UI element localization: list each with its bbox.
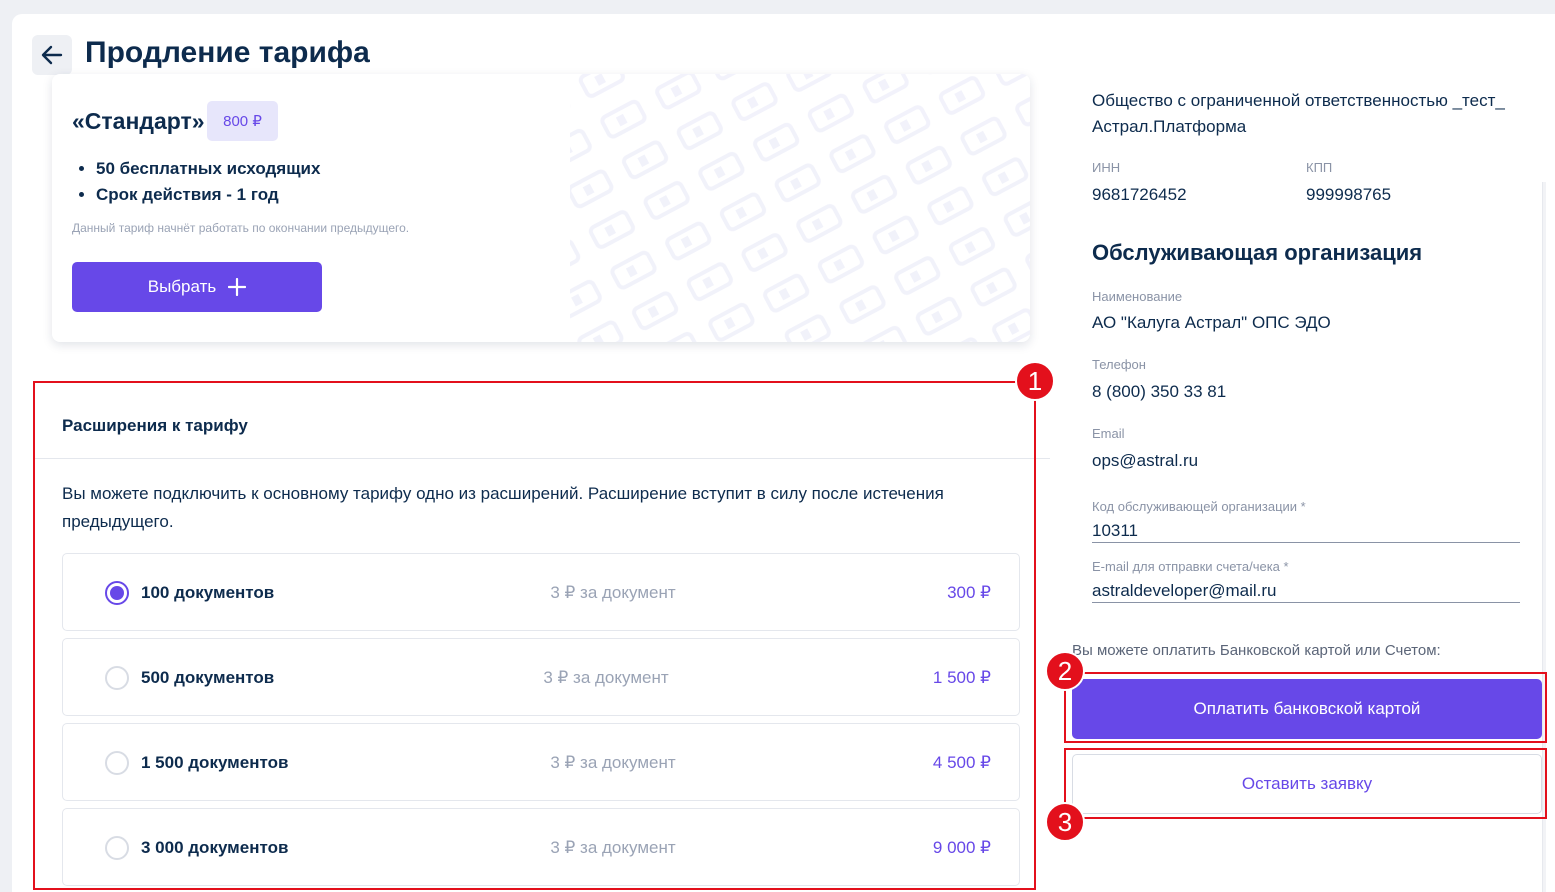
email-label: Email (1092, 426, 1125, 441)
annotation-box-3 (1064, 748, 1547, 819)
organization-name: Общество с ограниченной ответственностью… (1092, 91, 1505, 136)
price-badge: 800 ₽ (207, 101, 278, 141)
name-label: Наименование (1092, 289, 1183, 304)
annotation-badge-3: 3 (1045, 802, 1085, 842)
invoice-email-underline (1092, 602, 1520, 603)
org-code-underline (1092, 542, 1520, 543)
invoice-email-field[interactable]: astraldeveloper@mail.ru (1092, 581, 1277, 601)
tariff-card: «Стандарт» 800 ₽ 50 бесплатных исходящих… (52, 74, 1030, 342)
phone-label: Телефон (1092, 357, 1146, 372)
back-button[interactable] (32, 35, 72, 75)
org-code-field[interactable]: 10311 (1092, 521, 1138, 541)
org-code-label: Код обслуживающей организации * (1092, 499, 1306, 514)
feature-list: 50 бесплатных исходящих Срок действия - … (96, 156, 320, 208)
payment-note: Вы можете оплатить Банковской картой или… (1072, 642, 1441, 659)
annotation-box-2 (1064, 672, 1547, 743)
kpp-label: КПП (1306, 160, 1333, 175)
service-org-name: АО "Калуга Астрал" ОПС ЭДО (1092, 313, 1331, 332)
plus-icon (228, 278, 247, 296)
invoice-email-label: E-mail для отправки счета/чека * (1092, 559, 1289, 574)
service-org-heading: Обслуживающая организация (1092, 240, 1423, 265)
arrow-left-icon (41, 45, 63, 65)
pattern-decoration (570, 74, 1030, 342)
choose-button-label: Выбрать (147, 277, 217, 296)
annotation-badge-1: 1 (1015, 361, 1055, 401)
tariff-name: «Стандарт» (72, 108, 205, 134)
inn-label: ИНН (1092, 160, 1121, 175)
feature-item: Срок действия - 1 год (96, 182, 320, 208)
feature-item: 50 бесплатных исходящих (96, 156, 320, 182)
annotation-box-1 (33, 381, 1036, 890)
annotation-badge-2: 2 (1045, 651, 1085, 691)
email-value: ops@astral.ru (1092, 451, 1199, 470)
inn-value: 9681726452 (1092, 185, 1187, 204)
tariff-note: Данный тариф начнёт работать по окончани… (72, 221, 410, 235)
phone-value: 8 (800) 350 33 81 (1092, 382, 1227, 401)
page-title: Продление тарифа (85, 36, 370, 69)
choose-button[interactable]: Выбрать (72, 262, 322, 312)
kpp-value: 999998765 (1306, 185, 1392, 204)
